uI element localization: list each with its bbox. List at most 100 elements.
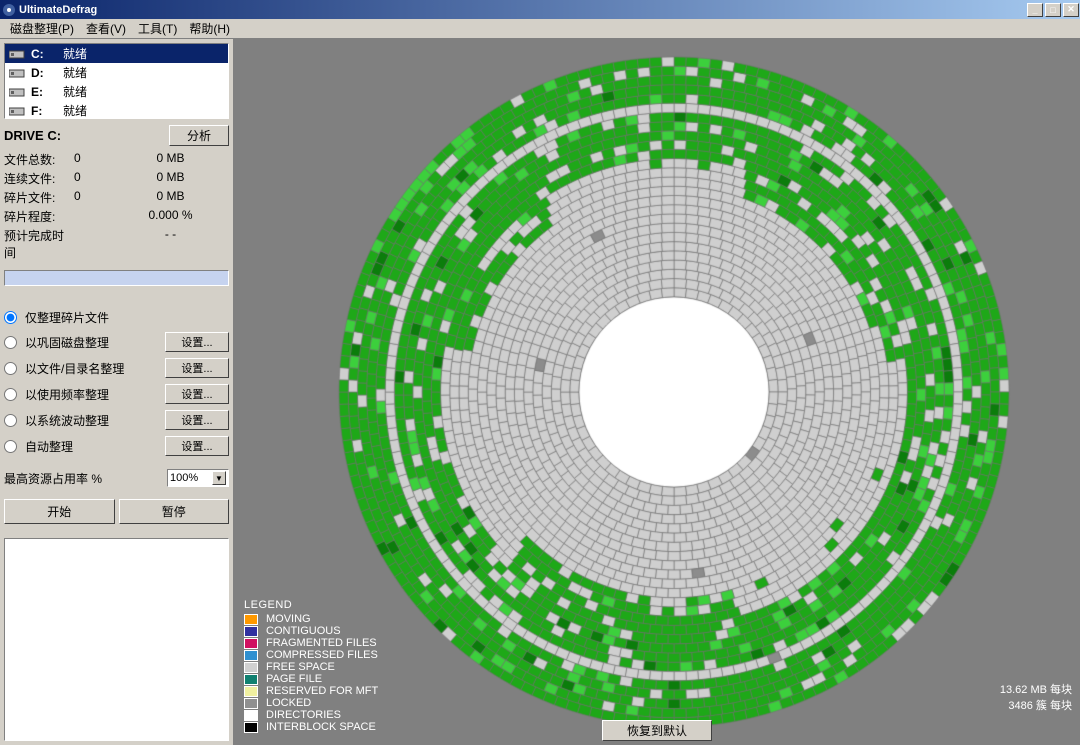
defrag-option: 自动整理设置... [4,433,229,459]
drive-icon [9,86,25,98]
drive-status: 就绪 [63,83,224,100]
legend-swatch [244,638,258,649]
defrag-settings-button[interactable]: 设置... [165,358,229,378]
drive-label: D: [31,66,57,80]
drive-info: DRIVE C: 分析 文件总数:00 MB连续文件:00 MB碎片文件:00 … [4,125,229,302]
menu-defrag[interactable]: 磁盘整理(P) [4,19,80,38]
disk-view: LEGEND MOVINGCONTIGUOUSFRAGMENTED FILESC… [234,39,1080,745]
legend-title: LEGEND [244,599,378,611]
legend-item: COMPRESSED FILES [244,649,378,661]
drive-icon [9,48,25,60]
defrag-settings-button[interactable]: 设置... [165,332,229,352]
info-row: 预计完成时间- - [4,226,229,262]
defrag-settings-button[interactable]: 设置... [165,436,229,456]
status-line-1: 13.62 MB 每块 [1000,681,1072,697]
legend-item: RESERVED FOR MFT [244,685,378,697]
preview-box [4,538,229,741]
info-row: 碎片程度:0.000 % [4,207,229,226]
legend-label: PAGE FILE [266,673,322,685]
status-line-2: 3486 簇 每块 [1000,697,1072,713]
window-title: UltimateDefrag [19,4,97,16]
defrag-option: 以系统波动整理设置... [4,407,229,433]
defrag-option: 以使用频率整理设置... [4,381,229,407]
drive-row[interactable]: F:就绪 [5,101,228,119]
defrag-option-label: 以文件/目录名整理 [25,360,159,377]
menu-help[interactable]: 帮助(H) [183,19,236,38]
drive-icon [9,67,25,79]
legend-swatch [244,650,258,661]
defrag-option: 以巩固磁盘整理设置... [4,329,229,355]
chevron-down-icon[interactable]: ▼ [212,471,226,485]
app-icon [2,3,16,17]
drive-status: 就绪 [63,45,224,62]
legend-label: RESERVED FOR MFT [266,685,378,697]
legend-swatch [244,710,258,721]
defrag-options: 仅整理碎片文件以巩固磁盘整理设置...以文件/目录名整理设置...以使用频率整理… [4,306,229,459]
drive-row[interactable]: D: 就绪 [5,63,228,82]
analyze-button[interactable]: 分析 [169,125,229,146]
menu-view[interactable]: 查看(V) [80,19,132,38]
drive-row[interactable]: E: 就绪 [5,82,228,101]
defrag-radio[interactable] [4,362,17,375]
menubar: 磁盘整理(P) 查看(V) 工具(T) 帮助(H) [0,19,1080,39]
resource-label: 最高资源占用率 % [4,470,102,487]
info-row: 碎片文件:00 MB [4,188,229,207]
defrag-radio[interactable] [4,414,17,427]
legend-label: FREE SPACE [266,661,335,673]
drive-label: C: [31,47,57,61]
legend-swatch [244,686,258,697]
window-controls: _ □ ✕ [1026,2,1080,18]
legend-swatch [244,674,258,685]
legend-swatch [244,722,258,733]
defrag-option-label: 自动整理 [25,438,159,455]
start-button[interactable]: 开始 [4,499,115,524]
close-button[interactable]: ✕ [1063,3,1079,17]
defrag-settings-button[interactable]: 设置... [165,384,229,404]
drive-list[interactable]: C:就绪D:就绪E:就绪F:就绪 [4,43,229,119]
legend-swatch [244,662,258,673]
legend-item: CONTIGUOUS [244,625,378,637]
restore-default-button[interactable]: 恢复到默认 [602,720,712,741]
resource-combo[interactable]: 100% ▼ [167,469,229,487]
legend-label: DIRECTORIES [266,709,341,721]
defrag-option-label: 以巩固磁盘整理 [25,334,159,351]
info-row: 文件总数:00 MB [4,150,229,169]
legend-label: FRAGMENTED FILES [266,637,377,649]
resource-row: 最高资源占用率 % 100% ▼ [4,469,229,487]
status-info: 13.62 MB 每块 3486 簇 每块 [1000,681,1072,713]
drive-label: F: [31,104,57,118]
defrag-option-label: 以系统波动整理 [25,412,159,429]
menu-tools[interactable]: 工具(T) [132,19,183,38]
drive-label: E: [31,85,57,99]
legend-item: LOCKED [244,697,378,709]
defrag-radio[interactable] [4,440,17,453]
window-titlebar: UltimateDefrag _ □ ✕ [0,0,1080,19]
defrag-option-label: 仅整理碎片文件 [25,309,229,326]
drive-status: 就绪 [63,64,224,81]
defrag-option: 以文件/目录名整理设置... [4,355,229,381]
drive-row[interactable]: C: 就绪 [5,44,228,63]
legend: LEGEND MOVINGCONTIGUOUSFRAGMENTED FILESC… [244,599,378,733]
defrag-radio[interactable] [4,388,17,401]
minimize-button[interactable]: _ [1027,3,1043,17]
legend-label: LOCKED [266,697,311,709]
legend-label: COMPRESSED FILES [266,649,378,661]
legend-item: DIRECTORIES [244,709,378,721]
legend-item: FRAGMENTED FILES [244,637,378,649]
defrag-option: 仅整理碎片文件 [4,306,229,329]
legend-item: FREE SPACE [244,661,378,673]
info-row: 连续文件:00 MB [4,169,229,188]
legend-swatch [244,626,258,637]
defrag-radio[interactable] [4,336,17,349]
defrag-option-label: 以使用频率整理 [25,386,159,403]
maximize-button[interactable]: □ [1045,3,1061,17]
drive-name: DRIVE C: [4,128,61,143]
progress-bar [4,270,229,286]
legend-swatch [244,698,258,709]
left-panel: C:就绪D:就绪E:就绪F:就绪 DRIVE C: 分析 文件总数:00 MB连… [0,39,234,745]
defrag-radio[interactable] [4,311,17,324]
legend-label: CONTIGUOUS [266,625,341,637]
pause-button[interactable]: 暂停 [119,499,230,524]
defrag-settings-button[interactable]: 设置... [165,410,229,430]
legend-item: MOVING [244,613,378,625]
